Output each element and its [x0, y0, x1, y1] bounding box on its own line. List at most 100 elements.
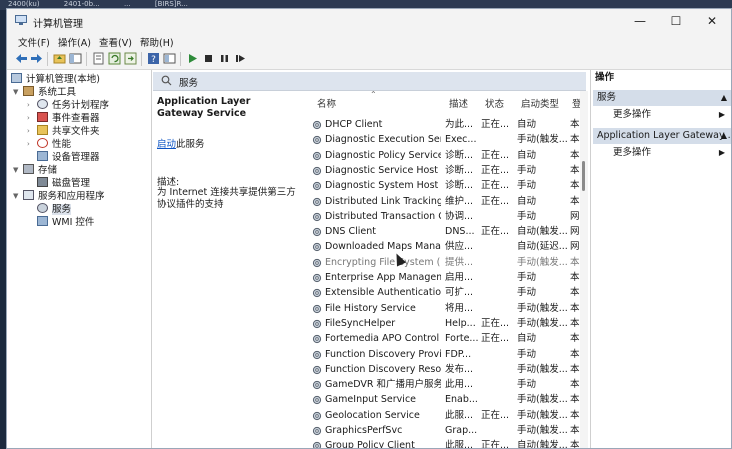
tree-item-system-tools[interactable]: ▼ 系统工具: [13, 86, 76, 99]
table-row[interactable]: Diagnostic System Host 诊断... 正在... 手动 本: [302, 178, 580, 193]
back-icon[interactable]: [15, 52, 28, 65]
chevron-right-icon[interactable]: ›: [27, 99, 37, 112]
column-logon[interactable]: 登: [572, 96, 580, 110]
restart-service-icon[interactable]: [234, 52, 247, 65]
chevron-right-icon[interactable]: ›: [27, 138, 37, 151]
table-row[interactable]: Encrypting File System (EFS) 提供... 手动(触发..…: [302, 255, 580, 270]
service-description: FDP...: [445, 348, 472, 360]
actions-section-services[interactable]: 服务 ▲: [593, 90, 731, 106]
start-service-icon[interactable]: [186, 52, 199, 65]
menu-action[interactable]: 操作(A): [58, 35, 91, 49]
table-row[interactable]: Function Discovery Provide... FDP... 手动 本: [302, 347, 580, 362]
tree-label: 磁盘管理: [52, 178, 91, 189]
table-row[interactable]: Fortemedia APO Control S... Forte...正在...…: [302, 331, 580, 346]
table-row[interactable]: Distributed Link Tracking C... 维护... 正在...…: [302, 194, 580, 209]
properties-icon[interactable]: [92, 52, 105, 65]
table-row[interactable]: File History Service 将用... 手动(触发... 本: [302, 301, 580, 316]
service-description: 供应...: [445, 241, 474, 253]
tree-item-root[interactable]: 计算机管理(本地): [11, 73, 100, 86]
column-status[interactable]: 状态: [485, 96, 504, 110]
menu-view[interactable]: 查看(V): [99, 35, 132, 49]
tree-item-task-scheduler[interactable]: › 任务计划程序: [27, 99, 109, 112]
table-row[interactable]: Extensible Authentication ... 可扩... 手动 本: [302, 285, 580, 300]
close-button[interactable]: ✕: [695, 9, 729, 33]
table-row[interactable]: Enterprise App Manageme... 启用... 手动 本: [302, 270, 580, 285]
tree-item-services-apps[interactable]: ▼ 服务和应用程序: [13, 190, 105, 203]
column-name[interactable]: 名称: [317, 96, 336, 110]
actions-section-selected[interactable]: Application Layer Gateway ... ▲: [593, 128, 731, 144]
table-row[interactable]: GameInput Service Enab... 手动(触发... 本: [302, 392, 580, 407]
service-startup-type: 手动(触发...: [517, 363, 568, 375]
collapse-up-icon[interactable]: ▲: [721, 128, 727, 144]
console-tree: 计算机管理(本地) ▼ 系统工具 › 任务计划程序 › 事件查看器 › 共享文件夹 › 性…: [7, 70, 152, 448]
service-status: 正在...: [481, 317, 510, 329]
column-description[interactable]: 描述: [449, 96, 468, 110]
service-description: Help...: [445, 317, 476, 329]
chevron-right-icon[interactable]: ›: [27, 112, 37, 125]
console-tree-icon[interactable]: [69, 52, 82, 65]
tree-item-performance[interactable]: › 性能: [27, 138, 71, 151]
minimize-button[interactable]: —: [623, 9, 657, 33]
chevron-down-icon[interactable]: ▼: [13, 86, 23, 99]
tree-item-event-viewer[interactable]: › 事件查看器: [27, 112, 100, 125]
forward-icon[interactable]: [30, 52, 43, 65]
table-row[interactable]: Distributed Transaction Co... 协调... 手动 网: [302, 209, 580, 224]
tree-item-shared-folders[interactable]: › 共享文件夹: [27, 125, 100, 138]
service-startup-type: 手动: [517, 180, 537, 192]
start-service-link[interactable]: 启动: [157, 139, 176, 150]
table-row[interactable]: FileSyncHelper Help... 正在... 手动(触发... 本: [302, 316, 580, 331]
gear-icon: [312, 335, 322, 344]
column-startup-type[interactable]: 启动类型: [521, 96, 559, 110]
pause-service-icon[interactable]: [218, 52, 231, 65]
table-row[interactable]: Diagnostic Execution Service Exec... 手动(触发…: [302, 132, 580, 147]
more-actions-services[interactable]: 更多操作 ▶: [613, 108, 729, 122]
tree-item-services[interactable]: 服务: [37, 203, 72, 216]
window-title: 计算机管理: [33, 19, 83, 30]
table-row[interactable]: Diagnostic Policy Service 诊断... 正在... 自动 本: [302, 148, 580, 163]
actions-section-label: 服务: [597, 92, 617, 103]
table-row[interactable]: DHCP Client 为此... 正在... 自动 本: [302, 117, 580, 132]
sort-ascending-icon: ⌃: [370, 91, 377, 99]
chevron-right-icon[interactable]: ›: [27, 125, 37, 138]
service-status: 正在...: [481, 119, 510, 130]
table-row[interactable]: Group Policy Client 此服... 正在... 自动(触发... 本: [302, 438, 580, 448]
table-row[interactable]: DNS Client DNS... 正在... 自动(触发... 网: [302, 224, 580, 239]
stop-service-icon[interactable]: [202, 52, 215, 65]
tree-label: 事件查看器: [52, 113, 100, 124]
up-folder-icon[interactable]: [53, 52, 66, 65]
title-bar[interactable]: 计算机管理 — ☐ ✕: [7, 9, 731, 33]
tree-item-device-manager[interactable]: 设备管理器: [37, 151, 100, 164]
tools-icon: [23, 86, 34, 96]
export-icon[interactable]: [124, 52, 137, 65]
chevron-down-icon[interactable]: ▼: [13, 164, 23, 177]
refresh-icon[interactable]: [108, 52, 121, 65]
service-description: 可扩...: [445, 287, 474, 299]
vertical-scrollbar[interactable]: [580, 91, 588, 448]
service-description: 此服...: [445, 409, 474, 421]
menu-file[interactable]: 文件(F): [18, 35, 50, 49]
tree-item-wmi[interactable]: WMI 控件: [37, 216, 94, 229]
service-description: 诊断...: [445, 180, 474, 192]
more-actions-selected[interactable]: 更多操作 ▶: [613, 146, 729, 160]
table-row[interactable]: Diagnostic Service Host 诊断... 正在... 手动 本: [302, 163, 580, 178]
service-description: 将用...: [445, 302, 474, 314]
menu-help[interactable]: 帮助(H): [140, 35, 174, 49]
table-row[interactable]: GameDVR 和广播用户服务... 此用... 手动 本: [302, 377, 580, 392]
tree-item-disk-management[interactable]: 磁盘管理: [37, 177, 90, 190]
gear-icon: [312, 166, 322, 175]
table-row[interactable]: Downloaded Maps Manager 供应... 自动(延迟...网: [302, 239, 580, 254]
table-row[interactable]: Function Discovery Resour... 发布... 手动(触发..…: [302, 362, 580, 377]
service-logon: 网: [570, 226, 580, 238]
scrollbar-thumb[interactable]: [582, 161, 585, 191]
toolbar-separator: [180, 52, 181, 66]
tree-label: 设备管理器: [52, 152, 100, 163]
view-icon[interactable]: [163, 52, 176, 65]
tree-item-storage[interactable]: ▼ 存储: [13, 164, 57, 177]
chevron-down-icon[interactable]: ▼: [13, 190, 23, 203]
services-list: ⌃ 名称 描述 状态 启动类型 登 DHCP Client 为此... 正在... 自…: [302, 91, 580, 448]
collapse-up-icon[interactable]: ▲: [721, 90, 727, 106]
maximize-button[interactable]: ☐: [659, 9, 693, 33]
help-icon[interactable]: ?: [147, 52, 160, 65]
table-row[interactable]: Geolocation Service 此服... 正在... 手动(触发... 本: [302, 408, 580, 423]
table-row[interactable]: GraphicsPerfSvc Grap... 手动(触发... 本: [302, 423, 580, 438]
